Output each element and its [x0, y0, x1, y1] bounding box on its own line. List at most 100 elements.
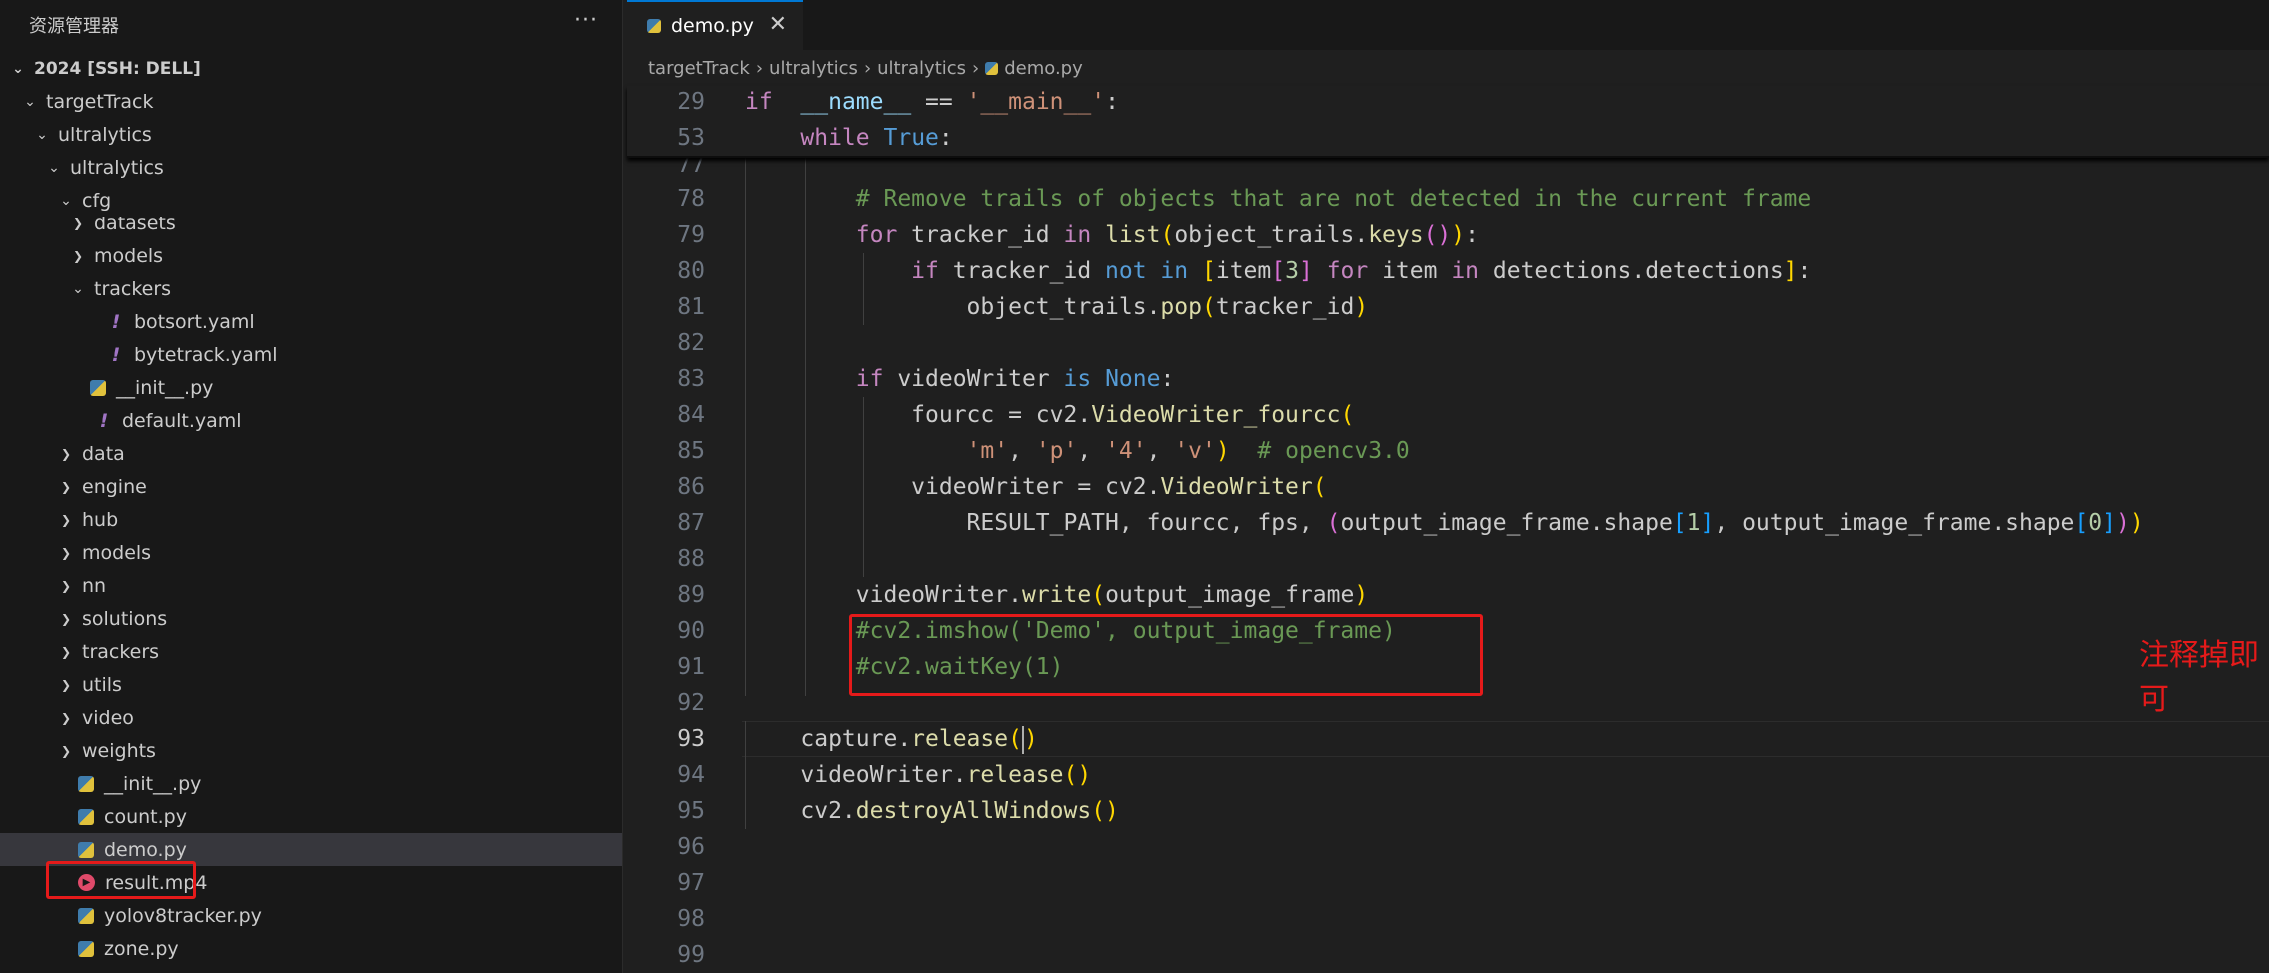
tree-item[interactable]: ❯ solutions [0, 602, 622, 635]
python-file-icon [78, 841, 94, 858]
tree-item[interactable]: ⌄ trackers [0, 272, 622, 305]
code-line[interactable]: 88 [627, 541, 2269, 577]
highlight-box-result-mp4 [46, 861, 196, 899]
tree-item[interactable]: ❯ nn [0, 569, 622, 602]
code-line[interactable]: 97 [627, 865, 2269, 901]
chevron-right-icon: ❯ [60, 578, 72, 593]
tree-item[interactable]: zone.py [0, 932, 622, 965]
tree-item[interactable]: __init__.py [0, 371, 622, 404]
code-line[interactable]: 85 'm', 'p', '4', 'v') # opencv3.0 [627, 433, 2269, 469]
code-line[interactable]: 83 if videoWriter is None: [627, 361, 2269, 397]
line-number: 85 [677, 438, 705, 464]
code-line[interactable]: 82 [627, 325, 2269, 361]
tree-item[interactable]: ❯ data [0, 437, 622, 470]
code-line[interactable]: 79 for tracker_id in list(object_trails.… [627, 217, 2269, 253]
chevron-right-icon: ❯ [72, 248, 84, 263]
chevron-right-icon: ❯ [72, 215, 84, 230]
code-line[interactable]: 78 # Remove trails of objects that are n… [627, 181, 2269, 217]
close-icon[interactable]: ✕ [769, 12, 787, 37]
tree-item[interactable]: ❯ trackers [0, 635, 622, 668]
line-number: 29 [677, 89, 705, 115]
python-file-icon [985, 61, 999, 75]
tree-item[interactable]: ❯ engine [0, 470, 622, 503]
tree-item[interactable]: ! botsort.yaml [0, 305, 622, 338]
tree-item[interactable]: ❯ video [0, 701, 622, 734]
chevron-right-icon: ❯ [60, 677, 72, 692]
code-text: 'm', 'p', '4', 'v') # opencv3.0 [966, 438, 1410, 464]
code-text: videoWriter.write(output_image_frame) [745, 582, 1369, 608]
tree-item-label: ultralytics [58, 123, 152, 146]
chevron-right-icon: › [863, 57, 872, 79]
tree-item-label: targetTrack [46, 90, 154, 113]
line-number: 83 [677, 366, 705, 392]
chevron-right-icon: ❯ [60, 611, 72, 626]
tree-item[interactable]: ❯ models [0, 536, 622, 569]
code-line[interactable]: 53 while True: [627, 120, 2269, 156]
tree-item[interactable]: ❯ weights [0, 734, 622, 767]
tree-item[interactable]: count.py [0, 800, 622, 833]
code-text: for tracker_id in list(object_trails.key… [855, 222, 1479, 248]
tree-item[interactable]: ⌄ targetTrack [0, 85, 622, 118]
chevron-down-icon: ⌄ [12, 60, 24, 77]
code-line[interactable]: 99 [627, 937, 2269, 973]
code-line[interactable]: 81 object_trails.pop(tracker_id) [627, 289, 2269, 325]
code-line[interactable]: 80 if tracker_id not in [item[3] for ite… [627, 253, 2269, 289]
line-number: 80 [677, 258, 705, 284]
tree-item[interactable]: ❯ hub [0, 503, 622, 536]
line-number: 98 [677, 906, 705, 932]
code-line[interactable]: 89 videoWriter.write(output_image_frame) [627, 577, 2269, 613]
tree-item-label: cfg [82, 189, 112, 212]
code-line[interactable]: 84 fourcc = cv2.VideoWriter_fourcc( [627, 397, 2269, 433]
yaml-file-icon: ! [111, 310, 121, 333]
chevron-down-icon: ⌄ [36, 126, 48, 143]
line-number: 53 [677, 125, 705, 151]
tree-item-label: hub [82, 508, 119, 531]
code-line[interactable]: 93 capture.release() [627, 721, 2269, 757]
line-number: 89 [677, 582, 705, 608]
tree-item[interactable]: ⌄ 2024 [SSH: DELL] [0, 52, 622, 85]
tree-item[interactable]: ! bytetrack.yaml [0, 338, 622, 371]
line-number: 86 [677, 474, 705, 500]
line-number: 90 [677, 618, 705, 644]
code-line[interactable]: 94 videoWriter.release() [627, 757, 2269, 793]
line-number: 95 [677, 798, 705, 824]
tab-bar: demo.py ✕ [627, 0, 2269, 50]
python-file-icon [78, 808, 94, 825]
tree-item-label: utils [82, 673, 122, 696]
code-line[interactable]: 98 [627, 901, 2269, 937]
tree-item-label: engine [82, 475, 147, 498]
line-number: 93 [677, 726, 705, 752]
tree-item-label: weights [82, 739, 156, 762]
tree-item-label: __init__.py [116, 376, 214, 399]
tree-item-label: __init__.py [104, 772, 202, 795]
more-actions-icon[interactable]: ··· [574, 8, 598, 33]
code-line[interactable]: 29 if __name__ == '__main__': [627, 84, 2269, 120]
breadcrumb-item[interactable]: demo.py [1004, 58, 1083, 79]
line-number: 84 [677, 402, 705, 428]
tree-item-label: solutions [82, 607, 168, 630]
tree-item[interactable]: __init__.py [0, 767, 622, 800]
tree-item[interactable]: ! default.yaml [0, 404, 622, 437]
code-line[interactable]: 96 [627, 829, 2269, 865]
code-line[interactable]: 87 RESULT_PATH, fourcc, fps, (output_ima… [627, 505, 2269, 541]
tree-item[interactable]: ❯ models [0, 239, 622, 272]
tree-item[interactable]: ⌄ ultralytics [0, 151, 622, 184]
tree-item[interactable]: yolov8tracker.py [0, 899, 622, 932]
line-number: 81 [677, 294, 705, 320]
breadcrumb-item[interactable]: ultralytics [877, 58, 966, 79]
breadcrumb-item[interactable]: ultralytics [769, 58, 858, 79]
explorer-title: 资源管理器 [29, 16, 119, 37]
tree-item[interactable]: ⌄ cfg [0, 184, 622, 217]
code-line[interactable]: 95 cv2.destroyAllWindows() [627, 793, 2269, 829]
tab-demo-py[interactable]: demo.py ✕ [627, 0, 803, 50]
code-line[interactable]: 86 videoWriter = cv2.VideoWriter( [627, 469, 2269, 505]
yaml-file-icon: ! [111, 343, 121, 366]
breadcrumb-item[interactable]: targetTrack [648, 58, 750, 79]
code-text: object_trails.pop(tracker_id) [745, 294, 1369, 320]
tree-item[interactable]: ⌄ ultralytics [0, 118, 622, 151]
code-text: if __name__ == '__main__': [745, 89, 1119, 115]
chevron-right-icon: › [972, 57, 980, 79]
line-number: 91 [677, 654, 705, 680]
tree-item[interactable]: ❯ utils [0, 668, 622, 701]
tree-item-label: yolov8tracker.py [104, 904, 262, 927]
